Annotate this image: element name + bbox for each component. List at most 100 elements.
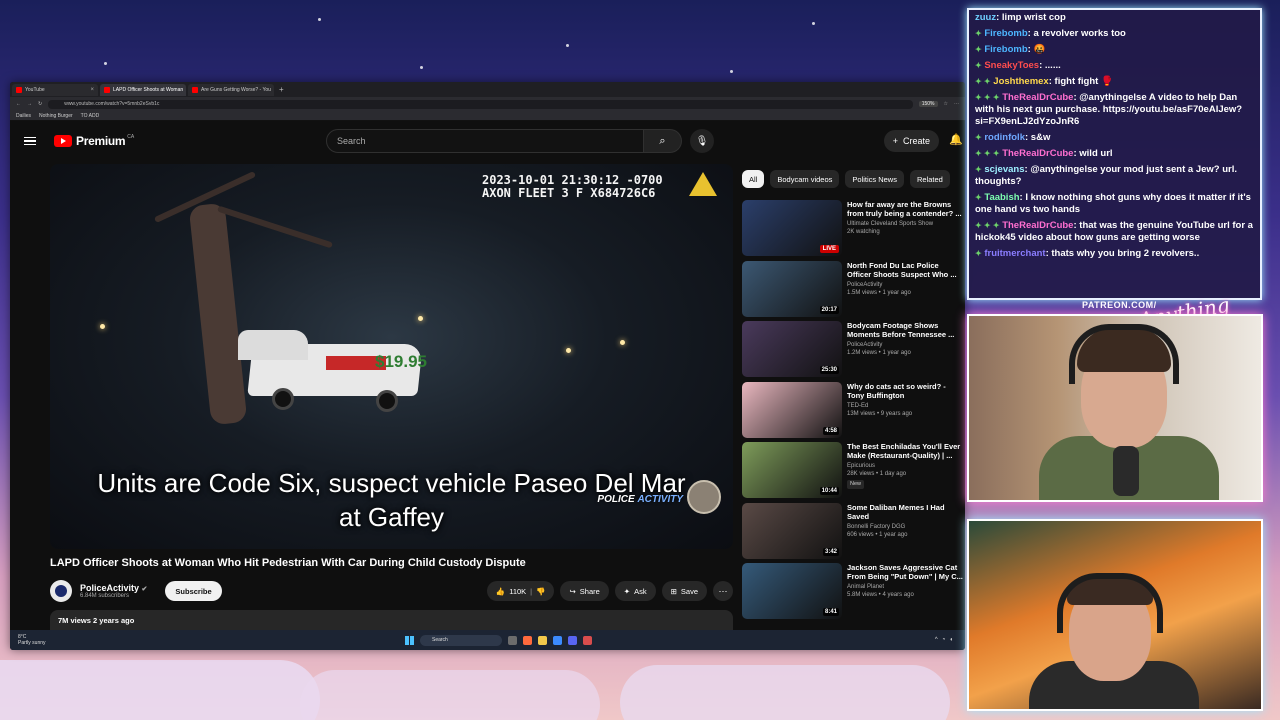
chat-username[interactable]: rodinfolk: [984, 132, 1025, 143]
recommendation-item[interactable]: 4:58 Why do cats act so weird? - Tony Bu…: [742, 381, 964, 438]
channel-name[interactable]: PoliceActivity: [80, 583, 139, 593]
chip-bodycam-videos[interactable]: Bodycam videos: [770, 170, 840, 188]
chat-message: ✦ ✦ ✦ TheRealDrCube: @anythingelse A vid…: [975, 92, 1243, 127]
chat-text: a revolver works too: [1033, 28, 1126, 39]
recommendation-meta: 2K watching: [847, 229, 880, 235]
video-thumbnail[interactable]: 8:41: [742, 563, 842, 619]
police-badge-icon: [687, 480, 721, 514]
recommendation-item[interactable]: 3:42 Some Daliban Memes I Had Saved Bonn…: [742, 502, 964, 559]
chat-username[interactable]: Firebomb: [984, 28, 1027, 39]
chat-username[interactable]: Taabish: [984, 192, 1019, 203]
live-badge: LIVE: [819, 245, 839, 253]
recommendation-channel[interactable]: Epicurious: [847, 462, 964, 470]
save-button[interactable]: ⊞ Save: [661, 581, 707, 601]
chat-badge-icon: ✦ ✦ ✦: [975, 221, 1000, 230]
video-thumbnail[interactable]: 4:58: [742, 381, 842, 438]
extensions-icon[interactable]: ⋯: [954, 101, 959, 107]
task-view-icon[interactable]: [508, 635, 517, 645]
search-input[interactable]: Search: [326, 129, 644, 153]
firefox-icon[interactable]: [523, 635, 532, 645]
recommendation-item[interactable]: 10:44 The Best Enchiladas You'll Ever Ma…: [742, 442, 964, 498]
forward-icon[interactable]: →: [27, 101, 32, 107]
file-explorer-icon[interactable]: [538, 635, 547, 645]
close-tab-icon[interactable]: ×: [90, 87, 94, 93]
youtube-logo[interactable]: Premium CA: [54, 134, 134, 148]
bookmark-nothing-burger[interactable]: Nothing Burger: [39, 113, 73, 119]
chat-username[interactable]: Joshthemex: [993, 76, 1048, 87]
windows-start-icon[interactable]: [405, 635, 414, 645]
ask-button[interactable]: ✦ Ask: [614, 581, 656, 601]
video-thumbnail[interactable]: 3:42: [742, 502, 842, 559]
recommendation-item[interactable]: 25:30 Bodycam Footage Shows Moments Befo…: [742, 321, 964, 377]
tab-youtube[interactable]: YouTube ×: [12, 83, 98, 96]
share-button[interactable]: ↪ Share: [560, 581, 609, 601]
tray-chevron-icon[interactable]: ^: [935, 637, 938, 643]
search-button[interactable]: ⌕: [644, 129, 682, 153]
recommendation-title[interactable]: Jackson Saves Aggressive Cat From Being …: [847, 563, 964, 581]
search-bar: Search ⌕ 🎙: [326, 129, 714, 153]
app-icon[interactable]: [553, 635, 562, 645]
back-icon[interactable]: ←: [16, 101, 21, 107]
recommendations-list: LIVE How far away are the Browns from tr…: [742, 200, 964, 624]
create-button[interactable]: + Create: [883, 130, 939, 152]
chat-username[interactable]: Firebomb: [984, 44, 1027, 55]
reload-icon[interactable]: ↻: [38, 101, 42, 107]
discord-icon[interactable]: [568, 635, 577, 645]
video-thumbnail[interactable]: 10:44: [742, 442, 842, 498]
chat-username[interactable]: zuuz: [975, 12, 996, 23]
voice-search-button[interactable]: 🎙: [690, 129, 714, 153]
chat-username[interactable]: TheRealDrCube: [1002, 148, 1073, 159]
recommendation-item[interactable]: LIVE How far away are the Browns from tr…: [742, 200, 964, 256]
plus-icon: +: [892, 136, 898, 146]
chat-username[interactable]: scjevans: [984, 164, 1024, 175]
network-icon[interactable]: ◔: [942, 637, 946, 643]
chat-message: ✦ Taabish: I know nothing shot guns why …: [975, 192, 1251, 215]
recommendation-channel[interactable]: Ultimate Cleveland Sports Show: [847, 220, 964, 228]
zoom-level[interactable]: 150%: [918, 101, 938, 107]
bookmark-to-add[interactable]: TO ADD: [81, 113, 100, 119]
new-tab-button[interactable]: +: [276, 85, 284, 94]
recommendation-title[interactable]: How far away are the Browns from truly b…: [847, 200, 964, 218]
subscribe-button[interactable]: Subscribe: [165, 581, 222, 601]
recommendation-channel[interactable]: PoliceActivity: [847, 341, 964, 349]
volume-icon[interactable]: ◖: [949, 637, 953, 643]
search-icon: ⌕: [659, 134, 666, 147]
more-options-icon[interactable]: ⋯: [713, 581, 733, 601]
weather-widget[interactable]: 8°C Partly sunny: [18, 634, 46, 646]
recommendation-title[interactable]: North Fond Du Lac Police Officer Shoots …: [847, 261, 964, 279]
chip-all[interactable]: All: [742, 170, 765, 188]
recommendation-title[interactable]: Bodycam Footage Shows Moments Before Ten…: [847, 321, 964, 339]
chip-politics-news[interactable]: Politics News: [845, 170, 904, 188]
recommendation-item[interactable]: 20:17 North Fond Du Lac Police Officer S…: [742, 260, 964, 317]
notifications-bell-icon[interactable]: 🔔: [949, 133, 963, 146]
like-button[interactable]: 👍 110K | 👎: [486, 581, 555, 601]
bookmark-star-icon[interactable]: ☆: [944, 101, 948, 107]
video-thumbnail[interactable]: 25:30: [742, 321, 842, 377]
tab-guns-video[interactable]: Are Guns Getting Worse? - You×: [188, 83, 274, 96]
chip-related[interactable]: Related: [909, 170, 950, 188]
video-player[interactable]: $19.95 2023-10-01 21:30:12 -0700 AXON FL…: [50, 164, 733, 549]
recommendation-title[interactable]: Why do cats act so weird? - Tony Buffing…: [847, 382, 964, 400]
video-thumbnail[interactable]: 20:17: [742, 260, 842, 317]
hamburger-menu-icon[interactable]: [24, 136, 36, 146]
recommendation-channel[interactable]: Bonnelli Factory DGG: [847, 523, 964, 531]
recommendation-channel[interactable]: TED-Ed: [847, 402, 964, 410]
bookmark-dailies[interactable]: Dailies: [16, 113, 31, 119]
thumbs-down-icon[interactable]: 👎: [536, 587, 545, 596]
chat-message: ✦ fruitmerchant: thats why you bring 2 r…: [975, 248, 1200, 259]
chat-username[interactable]: TheRealDrCube: [1002, 92, 1073, 103]
url-field[interactable]: www.youtube.com/watch?v=5mnb2eSvb1c: [48, 99, 913, 109]
obs-icon[interactable]: [583, 635, 592, 645]
chat-username[interactable]: TheRealDrCube: [1002, 220, 1073, 231]
recommendation-item[interactable]: 8:41 Jackson Saves Aggressive Cat From B…: [742, 563, 964, 619]
taskbar-search[interactable]: Search: [420, 634, 502, 646]
recommendation-title[interactable]: The Best Enchiladas You'll Ever Make (Re…: [847, 442, 964, 460]
recommendation-title[interactable]: Some Daliban Memes I Had Saved: [847, 503, 964, 521]
tab-lapd-video[interactable]: LAPD Officer Shoots at Woman×: [100, 83, 186, 96]
chat-username[interactable]: SneakyToes: [984, 60, 1039, 71]
video-thumbnail[interactable]: LIVE: [742, 200, 842, 256]
chat-username[interactable]: fruitmerchant: [984, 248, 1045, 259]
recommendation-channel[interactable]: Animal Planet: [847, 583, 964, 591]
recommendation-channel[interactable]: PoliceActivity: [847, 281, 964, 289]
channel-avatar[interactable]: [50, 580, 72, 602]
